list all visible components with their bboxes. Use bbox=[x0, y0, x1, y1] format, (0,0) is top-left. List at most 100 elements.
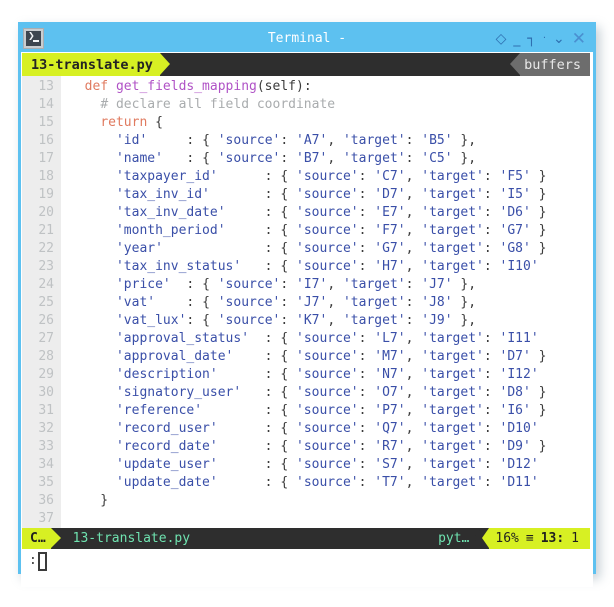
code-token: 'Q7' bbox=[374, 421, 406, 436]
code-line[interactable]: 'signatory_user' : { 'source': 'O7', 'ta… bbox=[69, 384, 590, 402]
code-token: 'target' bbox=[421, 385, 484, 400]
code-token: , bbox=[405, 241, 422, 256]
code-token: 'I11' bbox=[499, 331, 539, 346]
code-text-area[interactable]: def get_fields_mapping(self): # declare … bbox=[61, 76, 590, 528]
buffers-label[interactable]: buffers bbox=[520, 53, 590, 76]
chevron-down-icon[interactable]: ⌄ bbox=[553, 32, 565, 46]
code-token: 'tax_inv_date' bbox=[115, 205, 226, 220]
code-line[interactable]: 'update_user' : { 'source': 'S7', 'targe… bbox=[69, 456, 590, 474]
code-token: { bbox=[147, 115, 163, 130]
code-token: 'source' bbox=[296, 475, 359, 490]
code-line[interactable]: 'id' : { 'source': 'A7', 'target': 'B5' … bbox=[69, 132, 590, 150]
code-line[interactable]: return { bbox=[69, 114, 590, 132]
code-line[interactable]: 'name' : { 'source': 'B7', 'target': 'C5… bbox=[69, 150, 590, 168]
status-filetype[interactable]: pyt… bbox=[434, 528, 474, 549]
code-token: }, bbox=[452, 313, 477, 328]
code-line[interactable]: 'reference' : { 'source': 'P7', 'target'… bbox=[69, 402, 590, 420]
code-token: 'source' bbox=[296, 367, 359, 382]
line-number: 31 bbox=[38, 403, 54, 418]
code-token: 'target' bbox=[421, 403, 484, 418]
code-token: 'J9' bbox=[421, 313, 453, 328]
code-token: , bbox=[327, 295, 343, 310]
code-token: 'M7' bbox=[374, 349, 406, 364]
code-token: , bbox=[405, 475, 422, 490]
code-token: } bbox=[530, 205, 547, 220]
terminal-prompt-icon[interactable] bbox=[23, 28, 44, 49]
code-token: : bbox=[483, 205, 500, 220]
code-token: : { bbox=[217, 457, 296, 472]
tab-13-translate-py[interactable]: 13-translate.py bbox=[22, 53, 160, 76]
code-line[interactable]: 'approval_date' : { 'source': 'M7', 'tar… bbox=[69, 348, 590, 366]
code-line[interactable]: 'month_period' : { 'source': 'F7', 'targ… bbox=[69, 222, 590, 240]
code-token: 'target' bbox=[342, 277, 406, 292]
code-token: 'source' bbox=[296, 457, 359, 472]
code-token: 'R7' bbox=[374, 439, 406, 454]
code-line[interactable]: 'tax_inv_id' : { 'source': 'D7', 'target… bbox=[69, 186, 590, 204]
line-number: 17 bbox=[38, 151, 54, 166]
code-line[interactable]: def get_fields_mapping(self): bbox=[69, 78, 590, 96]
code-token: 'I7' bbox=[296, 277, 328, 292]
text-cursor bbox=[37, 552, 47, 571]
code-token: 'vat' bbox=[115, 295, 156, 310]
code-line[interactable]: 'price' : { 'source': 'I7', 'target': 'J… bbox=[69, 276, 590, 294]
code-token: 'source' bbox=[296, 205, 359, 220]
dot-icon[interactable]: · bbox=[543, 32, 546, 46]
code-line[interactable]: 'vat_lux': { 'source': 'K7', 'target': '… bbox=[69, 312, 590, 330]
code-line[interactable] bbox=[69, 510, 590, 528]
code-line[interactable]: 'record_date' : { 'source': 'R7', 'targe… bbox=[69, 438, 590, 456]
code-line[interactable]: } bbox=[69, 492, 590, 510]
code-line[interactable]: 'update_date' : { 'source': 'T7', 'targe… bbox=[69, 474, 590, 492]
code-token: , bbox=[327, 151, 343, 166]
code-token: 'record_date' bbox=[115, 439, 218, 454]
editor-tabline: 13-translate.py buffers bbox=[22, 53, 590, 76]
code-line[interactable]: 'record_user' : { 'source': 'Q7', 'targe… bbox=[69, 420, 590, 438]
code-token: 'D11' bbox=[499, 475, 539, 490]
code-token: : bbox=[483, 259, 500, 274]
code-line[interactable]: 'description' : { 'source': 'N7', 'targe… bbox=[69, 366, 590, 384]
close-icon[interactable]: ✕ bbox=[572, 30, 586, 47]
code-line[interactable]: 'tax_inv_status' : { 'source': 'H7', 'ta… bbox=[69, 258, 590, 276]
code-token: : bbox=[358, 421, 375, 436]
status-filename[interactable]: 13-translate.py bbox=[60, 528, 435, 549]
status-mode[interactable]: C… bbox=[22, 528, 51, 549]
minimize-icon[interactable]: _ bbox=[513, 32, 520, 46]
diamond-icon[interactable]: ◇ bbox=[496, 32, 507, 46]
code-line[interactable]: # declare all field coordinate bbox=[69, 96, 590, 114]
code-token: 'H7' bbox=[374, 259, 406, 274]
code-token: , bbox=[405, 187, 422, 202]
line-number-gutter: 13 14 15 16 17 18 19 20 21 22 23 24 25 26 27 28 29 30 31 32… bbox=[22, 76, 61, 528]
editor-statusline: C… 13-translate.py pyt… 16% ≡ 13: 1 bbox=[22, 528, 590, 549]
code-token: 'I10' bbox=[499, 259, 539, 274]
code-line[interactable]: 'approval_status' : { 'source': 'L7', 't… bbox=[69, 330, 590, 348]
line-number: 32 bbox=[38, 421, 54, 436]
code-region[interactable]: 13 14 15 16 17 18 19 20 21 22 23 24 25 26 27 28 29 30 31 32… bbox=[22, 76, 590, 528]
code-token: : bbox=[358, 259, 375, 274]
code-line[interactable]: 'year' : { 'source': 'G7', 'target': 'G8… bbox=[69, 240, 590, 258]
code-line[interactable]: 'taxpayer_id' : { 'source': 'C7', 'targe… bbox=[69, 168, 590, 186]
code-token: : { bbox=[170, 277, 218, 292]
code-token: 'source' bbox=[296, 385, 359, 400]
code-token: : bbox=[280, 313, 297, 328]
code-line[interactable]: 'tax_inv_date' : { 'source': 'E7', 'targ… bbox=[69, 204, 590, 222]
code-token: # declare all field coordinate bbox=[100, 97, 336, 112]
code-token: 'D10' bbox=[499, 421, 539, 436]
code-line[interactable]: 'vat' : { 'source': 'J7', 'target': 'J8'… bbox=[69, 294, 590, 312]
line-number: 20 bbox=[38, 205, 54, 220]
code-token: get_fields_mapping bbox=[115, 79, 257, 94]
code-token: : bbox=[358, 349, 375, 364]
code-token: , bbox=[405, 367, 422, 382]
code-token: 'B5' bbox=[421, 133, 453, 148]
command-line[interactable]: : bbox=[21, 549, 591, 587]
maximize-icon[interactable]: ┐ bbox=[527, 32, 535, 46]
code-token: : bbox=[405, 313, 422, 328]
line-number: 28 bbox=[38, 349, 54, 364]
code-token: 'target' bbox=[421, 223, 484, 238]
